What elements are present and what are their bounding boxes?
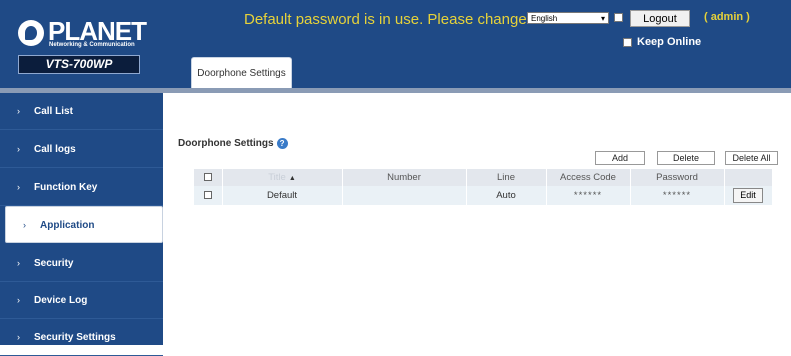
column-header-password: Password xyxy=(630,169,725,186)
header-bar: PLANET Networking & Communication VTS-70… xyxy=(0,0,791,88)
language-value: English xyxy=(531,14,558,23)
column-header-line: Line xyxy=(466,169,547,186)
chevron-right-icon: › xyxy=(17,332,20,342)
table-row: Default Auto ****** ****** Edit xyxy=(194,186,773,205)
sidebar-item-function-key[interactable]: › Function Key xyxy=(0,169,163,206)
logout-button[interactable]: Logout xyxy=(630,10,690,27)
row-select-cell xyxy=(194,186,223,205)
delete-button[interactable]: Delete xyxy=(657,151,715,165)
sidebar-item-label: Function Key xyxy=(34,182,98,193)
language-checkbox[interactable] xyxy=(614,13,623,22)
sort-ascending-icon: ▲ xyxy=(288,175,296,182)
sidebar-item-label: Device Log xyxy=(34,295,88,306)
model-badge: VTS-700WP xyxy=(18,55,140,74)
column-header-title[interactable]: Title ▲ xyxy=(222,169,343,186)
sidebar-item-call-logs[interactable]: › Call logs xyxy=(0,131,163,168)
select-all-checkbox[interactable] xyxy=(203,173,212,182)
sidebar-item-label: Security Settings xyxy=(34,332,116,343)
sidebar-item-call-list[interactable]: › Call List xyxy=(0,93,163,130)
column-header-action xyxy=(724,169,773,186)
chevron-right-icon: › xyxy=(17,295,20,305)
row-checkbox[interactable] xyxy=(203,191,212,200)
doorphone-table: Title ▲ Number Line Access Code Password … xyxy=(194,169,773,205)
cell-password: ****** xyxy=(630,186,725,205)
planet-logo: PLANET Networking & Communication xyxy=(18,16,147,50)
cell-action: Edit xyxy=(724,186,773,205)
tab-doorphone-settings[interactable]: Doorphone Settings xyxy=(191,57,292,88)
chevron-down-icon: ▾ xyxy=(600,14,605,23)
add-button[interactable]: Add xyxy=(595,151,645,165)
column-title-label: Title xyxy=(268,172,286,183)
sidebar-item-label: Application xyxy=(40,220,95,231)
chevron-right-icon: › xyxy=(17,182,20,192)
default-password-warning: Default password is in use. Please chang… xyxy=(244,11,527,28)
cell-title: Default xyxy=(222,186,343,205)
sidebar-item-application[interactable]: › Application xyxy=(5,206,163,243)
column-header-number: Number xyxy=(342,169,467,186)
sidebar-item-security[interactable]: › Security xyxy=(0,245,163,282)
chevron-right-icon: › xyxy=(23,220,26,230)
chevron-right-icon: › xyxy=(17,144,20,154)
sidebar-item-label: Security xyxy=(34,258,74,269)
logo-subtext: Networking & Communication xyxy=(49,42,135,48)
section-title: Doorphone Settings ? xyxy=(178,138,288,149)
table-header-row: Title ▲ Number Line Access Code Password xyxy=(194,169,773,186)
cell-number xyxy=(342,186,467,205)
question-mark-icon[interactable]: ? xyxy=(276,138,288,149)
column-header-access-code: Access Code xyxy=(546,169,631,186)
user-label: ( admin ) xyxy=(704,11,750,23)
chevron-right-icon: › xyxy=(17,106,20,116)
sidebar-item-label: Call List xyxy=(34,106,73,117)
sidebar-item-security-settings[interactable]: › Security Settings xyxy=(0,319,163,356)
keep-online-checkbox[interactable] xyxy=(623,37,632,47)
select-all-cell xyxy=(194,169,223,186)
keep-online-toggle[interactable]: Keep Online xyxy=(623,36,701,48)
edit-button[interactable]: Edit xyxy=(733,188,763,203)
cell-access-code: ****** xyxy=(546,186,631,205)
language-select[interactable]: English ▾ xyxy=(527,12,609,24)
section-title-text: Doorphone Settings xyxy=(178,138,274,149)
chevron-right-icon: › xyxy=(17,258,20,268)
cell-line: Auto xyxy=(466,186,547,205)
sidebar-item-label: Call logs xyxy=(34,144,76,155)
logo-mark-icon xyxy=(18,20,44,46)
sidebar-item-device-log[interactable]: › Device Log xyxy=(0,282,163,319)
keep-online-label: Keep Online xyxy=(637,36,702,48)
delete-all-button[interactable]: Delete All xyxy=(725,151,778,165)
sidebar: › Call List › Call logs › Function Key ›… xyxy=(0,93,163,356)
